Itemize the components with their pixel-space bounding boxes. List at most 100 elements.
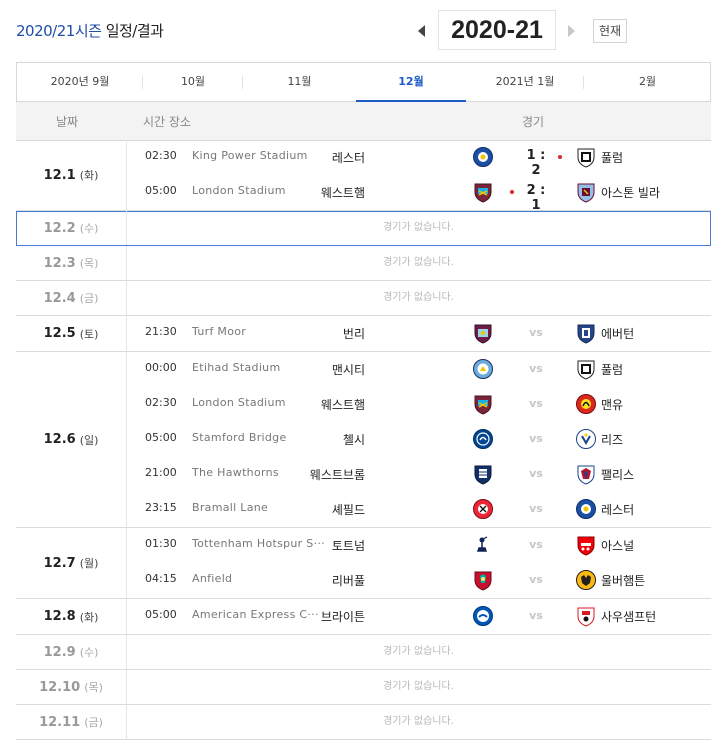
home-team-name[interactable]: 웨스트햄 bbox=[321, 396, 365, 413]
wolves-crest-icon[interactable] bbox=[575, 569, 597, 591]
match-row[interactable]: 21:00 The Hawthorns 웨스트브롬 vs 팰리스 bbox=[126, 457, 711, 492]
date-cell: 12.6 (일) bbox=[16, 352, 127, 527]
match-row[interactable]: 05:00 American Express C··· 브라이튼 vs 사우샘프턴 bbox=[126, 599, 711, 634]
match-row[interactable]: 01:30 Tottenham Hotspur S··· 토트넘 vs 아스널 bbox=[126, 528, 711, 563]
tab-month[interactable]: 2021년 1월 bbox=[466, 63, 584, 102]
burnley-crest-icon[interactable] bbox=[472, 322, 494, 344]
day-of-week: (금) bbox=[79, 292, 99, 305]
home-team-name[interactable]: 맨시티 bbox=[332, 361, 365, 378]
day-row: 12.9 (수) 경기가 없습니다. bbox=[16, 635, 711, 670]
home-team-name[interactable]: 웨스트햄 bbox=[321, 184, 365, 201]
winner-dot-icon bbox=[510, 190, 514, 194]
match-row[interactable]: 02:30 London Stadium 웨스트햄 vs 맨유 bbox=[126, 387, 711, 422]
match-venue: King Power Stadium bbox=[192, 149, 308, 162]
home-team-name[interactable]: 첼시 bbox=[343, 431, 365, 448]
date-cell: 12.8 (화) bbox=[16, 599, 127, 634]
arsenal-crest-icon[interactable] bbox=[575, 534, 597, 556]
palace-crest-icon[interactable] bbox=[575, 463, 597, 485]
match-row[interactable]: 05:00 Stamford Bridge 첼시 vs 리즈 bbox=[126, 422, 711, 457]
no-game-text: 경기가 없습니다. bbox=[383, 716, 454, 727]
home-team-name[interactable]: 리버풀 bbox=[332, 572, 365, 589]
column-date: 날짜 bbox=[56, 115, 79, 129]
date-label: 12.1 bbox=[43, 167, 76, 183]
away-team-name[interactable]: 리즈 bbox=[601, 431, 623, 448]
mancity-crest-icon[interactable] bbox=[472, 358, 494, 380]
match-vs: vs bbox=[529, 362, 543, 375]
away-team-name[interactable]: 사우샘프턴 bbox=[601, 608, 656, 625]
next-season-arrow-icon[interactable] bbox=[568, 25, 575, 37]
leeds-crest-icon[interactable] bbox=[575, 428, 597, 450]
date-label: 12.3 bbox=[43, 255, 76, 271]
match-time: 05:00 bbox=[145, 431, 177, 444]
tab-month[interactable]: 2월 bbox=[584, 63, 711, 102]
leicester-crest-icon[interactable] bbox=[575, 498, 597, 520]
home-team-name[interactable]: 브라이튼 bbox=[321, 608, 365, 625]
home-team-name[interactable]: 번리 bbox=[343, 325, 365, 342]
sheffield-crest-icon[interactable] bbox=[472, 498, 494, 520]
match-vs: vs bbox=[529, 326, 543, 339]
away-team-name[interactable]: 아스톤 빌라 bbox=[601, 184, 660, 201]
chelsea-crest-icon[interactable] bbox=[472, 428, 494, 450]
winner-dot-icon bbox=[558, 155, 562, 159]
match-venue: Anfield bbox=[192, 572, 233, 585]
day-of-week: (수) bbox=[79, 222, 99, 235]
column-time-venue: 시간 장소 bbox=[143, 115, 191, 129]
match-row[interactable]: 00:00 Etihad Stadium 맨시티 vs 풀럼 bbox=[126, 352, 711, 387]
page-title-season: 2020/21시즌 bbox=[16, 22, 102, 40]
tab-month-label: 10월 bbox=[180, 75, 206, 88]
previous-season-arrow-icon[interactable] bbox=[418, 25, 425, 37]
day-row: 12.5 (토) 21:30 Turf Moor 번리 vs 에버턴 bbox=[16, 316, 711, 352]
fulham-crest-icon[interactable] bbox=[575, 146, 597, 168]
match-time: 21:00 bbox=[145, 466, 177, 479]
date-cell: 12.2 (수) bbox=[16, 211, 127, 245]
leicester-crest-icon[interactable] bbox=[472, 146, 494, 168]
tottenham-crest-icon[interactable] bbox=[472, 534, 494, 556]
match-venue: Bramall Lane bbox=[192, 501, 269, 514]
match-row[interactable]: 04:15 Anfield 리버풀 vs 울버햄튼 bbox=[126, 563, 711, 598]
tab-month[interactable]: 12월 bbox=[356, 63, 466, 102]
match-time: 23:15 bbox=[145, 501, 177, 514]
liverpool-crest-icon[interactable] bbox=[472, 569, 494, 591]
westham-crest-icon[interactable] bbox=[472, 393, 494, 415]
astonvilla-crest-icon[interactable] bbox=[575, 181, 597, 203]
away-team-name[interactable]: 맨유 bbox=[601, 396, 623, 413]
date-cell: 12.3 (목) bbox=[16, 246, 127, 280]
away-team-name[interactable]: 에버턴 bbox=[601, 325, 634, 342]
match-row[interactable]: 21:30 Turf Moor 번리 vs 에버턴 bbox=[126, 316, 711, 351]
day-row: 12.1 (화) 02:30 King Power Stadium 레스터 1 : 2 풀럼… bbox=[16, 140, 711, 213]
away-team-name[interactable]: 풀럼 bbox=[601, 361, 623, 378]
fulham-crest-icon[interactable] bbox=[575, 358, 597, 380]
tab-month[interactable]: 2020년 9월 bbox=[17, 63, 143, 102]
tab-month[interactable]: 11월 bbox=[243, 63, 356, 102]
match-venue: Tottenham Hotspur S··· bbox=[192, 537, 325, 550]
away-team-name[interactable]: 레스터 bbox=[601, 501, 634, 518]
away-team-name[interactable]: 아스널 bbox=[601, 537, 634, 554]
away-team-name[interactable]: 울버햄튼 bbox=[601, 572, 645, 589]
current-season-button[interactable]: 현재 bbox=[593, 19, 627, 43]
day-row: 12.10 (목) 경기가 없습니다. bbox=[16, 670, 711, 705]
no-game-text: 경기가 없습니다. bbox=[383, 646, 454, 657]
home-team-name[interactable]: 토트넘 bbox=[332, 537, 365, 554]
match-row[interactable]: 05:00 London Stadium 웨스트햄 2 : 1 아스톤 빌라 bbox=[126, 175, 711, 213]
southampton-crest-icon[interactable] bbox=[575, 605, 597, 627]
date-label: 12.9 bbox=[43, 644, 76, 660]
day-of-week: (목) bbox=[84, 681, 103, 694]
westham-crest-icon[interactable] bbox=[472, 181, 494, 203]
match-row[interactable]: 23:15 Bramall Lane 셰필드 vs 레스터 bbox=[126, 492, 711, 527]
home-team-name[interactable]: 웨스트브롬 bbox=[310, 466, 365, 483]
away-team-name[interactable]: 풀럼 bbox=[601, 149, 623, 166]
tab-month[interactable]: 10월 bbox=[143, 63, 243, 102]
date-cell: 12.11 (금) bbox=[16, 705, 127, 739]
home-team-name[interactable]: 셰필드 bbox=[332, 501, 365, 518]
everton-crest-icon[interactable] bbox=[575, 322, 597, 344]
match-row[interactable]: 02:30 King Power Stadium 레스터 1 : 2 풀럼 bbox=[126, 140, 711, 178]
day-row: 12.8 (화) 05:00 American Express C··· 브라이튼 vs 사… bbox=[16, 599, 711, 635]
manutd-crest-icon[interactable] bbox=[575, 393, 597, 415]
tab-month-label: 2월 bbox=[638, 75, 657, 88]
westbrom-crest-icon[interactable] bbox=[472, 463, 494, 485]
home-team-name[interactable]: 레스터 bbox=[332, 149, 365, 166]
match-time: 00:00 bbox=[145, 361, 177, 374]
brighton-crest-icon[interactable] bbox=[472, 605, 494, 627]
away-team-name[interactable]: 팰리스 bbox=[601, 466, 634, 483]
no-game-text: 경기가 없습니다. bbox=[383, 257, 454, 268]
